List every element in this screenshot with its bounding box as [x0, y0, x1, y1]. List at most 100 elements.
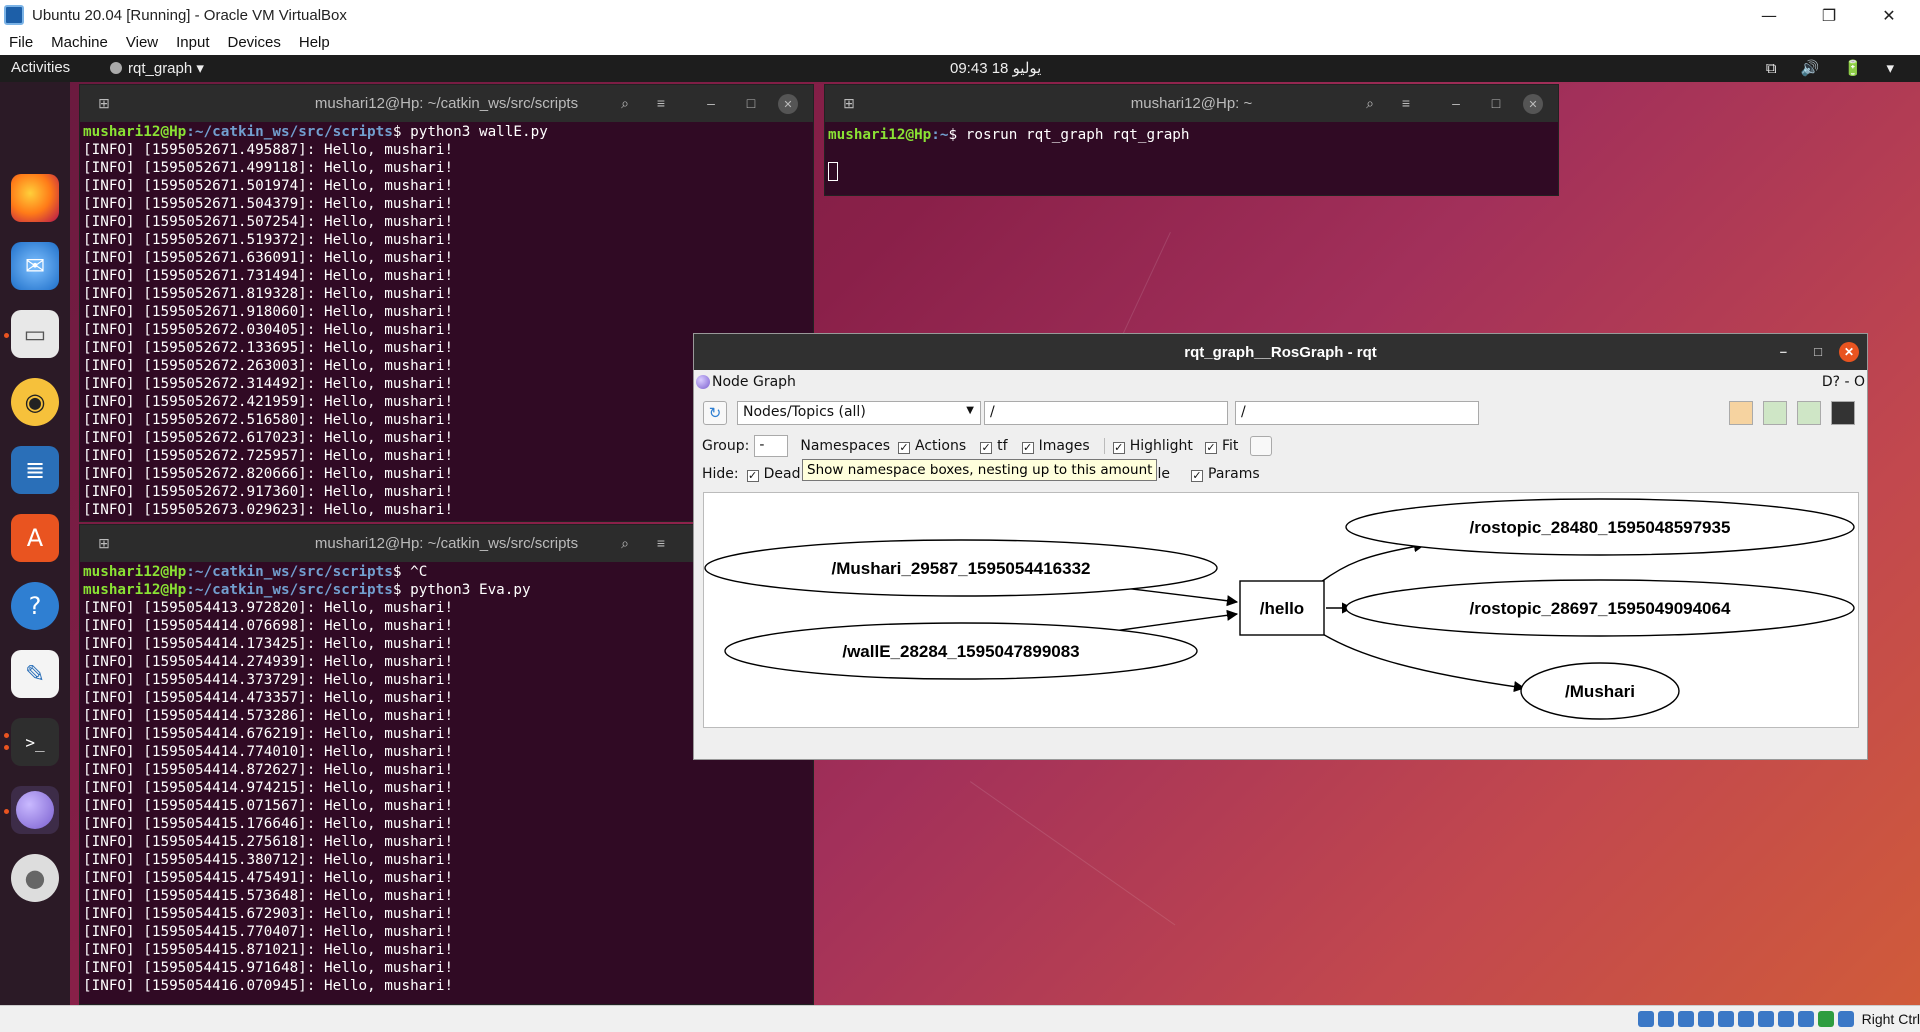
log-line: [INFO] [1595054414.974215]: Hello, musha…: [83, 780, 454, 796]
new-tab-icon[interactable]: ⊞: [92, 92, 116, 114]
clock[interactable]: 09:43 18 يوليو: [950, 59, 1041, 77]
terminal-icon[interactable]: >_: [11, 718, 59, 766]
menu-input[interactable]: Input: [167, 34, 218, 51]
fit-checkbox[interactable]: ✓ Fit: [1204, 438, 1238, 454]
maximize-icon[interactable]: □: [1484, 92, 1508, 114]
graph-mode-select[interactable]: Nodes/Topics (all) ▼: [737, 401, 981, 425]
new-tab-icon[interactable]: ⊞: [92, 532, 116, 554]
terminal-header[interactable]: ⊞ mushari12@Hp: ~/catkin_ws/src/scripts …: [80, 85, 813, 122]
new-tab-icon[interactable]: ⊞: [837, 92, 861, 114]
close-icon[interactable]: ✕: [1523, 94, 1543, 114]
rqt-window[interactable]: rqt_graph__RosGraph - rqt – □ ✕ Node Gra…: [693, 333, 1868, 760]
minimize-icon[interactable]: –: [1444, 92, 1468, 114]
activities-button[interactable]: Activities: [11, 59, 70, 76]
actions-checkbox[interactable]: ✓ Actions: [898, 438, 966, 454]
edge-hello-rostopic1: [1320, 541, 1426, 583]
keyboard-icon[interactable]: [1837, 1011, 1854, 1027]
files-icon[interactable]: ▭: [11, 310, 59, 358]
terminal-title: mushari12@Hp: ~/catkin_ws/src/scripts: [314, 535, 579, 552]
search-icon[interactable]: ⌕: [613, 532, 637, 554]
open-file-icon[interactable]: [1729, 401, 1753, 425]
close-button[interactable]: ✕: [1866, 0, 1912, 30]
node-filter-input[interactable]: /: [984, 401, 1228, 425]
text-editor-icon[interactable]: ✎: [11, 650, 59, 698]
params-checkbox[interactable]: ✓ Params: [1191, 466, 1260, 482]
dead-sinks-checkbox[interactable]: ✓ Dead: [746, 466, 801, 482]
dvd-icon[interactable]: ●: [11, 854, 59, 902]
menu-icon[interactable]: ≡: [1394, 92, 1418, 114]
status-indicators: Right Ctrl: [1637, 1011, 1920, 1027]
log-line: [INFO] [1595052672.820666]: Hello, musha…: [83, 466, 454, 482]
mouse-integration-icon[interactable]: [1817, 1011, 1834, 1027]
menu-help[interactable]: Help: [290, 34, 339, 51]
vbox-status-bar: Right Ctrl: [0, 1005, 1920, 1032]
log-line: [INFO] [1595052671.918060]: Hello, musha…: [83, 304, 454, 320]
firefox-icon[interactable]: [11, 174, 59, 222]
log-line: [INFO] [1595054415.275618]: Hello, musha…: [83, 834, 454, 850]
close-icon[interactable]: ✕: [778, 94, 798, 114]
topic-filter-input[interactable]: /: [1235, 401, 1479, 425]
menu-machine[interactable]: Machine: [42, 34, 117, 51]
save-dot-icon[interactable]: [1763, 401, 1787, 425]
libreoffice-writer-icon[interactable]: ≣: [11, 446, 59, 494]
host-key-label: Right Ctrl: [1861, 1011, 1920, 1027]
rqt-plugin-icon: [696, 375, 710, 389]
minimize-button[interactable]: —: [1746, 0, 1792, 30]
dock-widget-buttons[interactable]: D? - O: [1822, 374, 1865, 390]
rqt-title-bar[interactable]: rqt_graph__RosGraph - rqt – □ ✕: [694, 334, 1867, 370]
maximize-icon[interactable]: □: [1814, 344, 1822, 359]
refresh-icon[interactable]: ↻: [703, 401, 727, 425]
network-icon[interactable]: [1697, 1011, 1714, 1027]
terminal-header[interactable]: ⊞ mushari12@Hp: ~ ⌕ ≡ – □ ✕: [825, 85, 1558, 122]
recording-icon[interactable]: [1777, 1011, 1794, 1027]
search-icon[interactable]: ⌕: [613, 92, 637, 114]
minimize-icon[interactable]: –: [1780, 344, 1787, 359]
rqt-icon[interactable]: [11, 786, 59, 834]
app-menu[interactable]: rqt_graph ▾: [110, 59, 204, 77]
save-svg-icon[interactable]: [1797, 401, 1821, 425]
thunderbird-icon[interactable]: ✉: [11, 242, 59, 290]
menu-file[interactable]: File: [0, 34, 42, 51]
log-line: [INFO] [1595052671.507254]: Hello, musha…: [83, 214, 454, 230]
hdd-icon[interactable]: [1637, 1011, 1654, 1027]
log-line: [INFO] [1595054415.071567]: Hello, musha…: [83, 798, 454, 814]
tf-checkbox[interactable]: ✓ tf: [980, 438, 1008, 454]
maximize-icon[interactable]: □: [739, 92, 763, 114]
terminal-output[interactable]: mushari12@Hp:~$ rosrun rqt_graph rqt_gra…: [825, 122, 1558, 182]
graph-canvas[interactable]: /Mushari_29587_1595054416332 /wallE_2828…: [703, 492, 1859, 728]
cpu-icon[interactable]: [1797, 1011, 1814, 1027]
log-line: [INFO] [1595054415.971648]: Hello, musha…: [83, 960, 454, 976]
search-icon[interactable]: ⌕: [1358, 92, 1382, 114]
fit-view-button[interactable]: [1250, 436, 1273, 456]
save-image-icon[interactable]: [1831, 401, 1855, 425]
ubuntu-software-icon[interactable]: A: [11, 514, 59, 562]
node-label: /rostopic_28697_1595049094064: [1470, 599, 1731, 618]
menu-icon[interactable]: ≡: [649, 92, 673, 114]
log-line: [INFO] [1595054414.473357]: Hello, musha…: [83, 690, 454, 706]
log-line: [INFO] [1595052672.516580]: Hello, musha…: [83, 412, 454, 428]
close-icon[interactable]: ✕: [1839, 342, 1859, 362]
menu-icon[interactable]: ≡: [649, 532, 673, 554]
options-row: Group: - Namespaces ✓ Actions ✓ tf ✓ Images…: [702, 435, 1273, 457]
log-line: [INFO] [1595054414.373729]: Hello, musha…: [83, 672, 454, 688]
system-tray[interactable]: ⧉ 🔊 🔋 ▾: [1766, 59, 1904, 77]
audio-icon[interactable]: [1677, 1011, 1694, 1027]
terminal-window-rqt[interactable]: ⊞ mushari12@Hp: ~ ⌕ ≡ – □ ✕ mushari12@Hp…: [824, 84, 1559, 196]
terminal-title: mushari12@Hp: ~: [1130, 95, 1253, 112]
display-icon[interactable]: [1757, 1011, 1774, 1027]
log-line: [INFO] [1595054414.274939]: Hello, musha…: [83, 654, 454, 670]
optical-icon[interactable]: [1657, 1011, 1674, 1027]
group-spinbox[interactable]: -: [754, 435, 789, 457]
usb-icon[interactable]: [1717, 1011, 1734, 1027]
shared-folder-icon[interactable]: [1737, 1011, 1754, 1027]
minimize-icon[interactable]: –: [699, 92, 723, 114]
log-line: [INFO] [1595054414.076698]: Hello, musha…: [83, 618, 454, 634]
menu-devices[interactable]: Devices: [219, 34, 290, 51]
highlight-checkbox[interactable]: ✓ Highlight: [1103, 438, 1193, 454]
help-icon[interactable]: ?: [11, 582, 59, 630]
menu-view[interactable]: View: [117, 34, 167, 51]
rhythmbox-icon[interactable]: ◉: [11, 378, 59, 426]
vbox-menubar: File Machine View Input Devices Help: [0, 30, 1920, 55]
images-checkbox[interactable]: ✓ Images: [1021, 438, 1090, 454]
maximize-button[interactable]: ❐: [1806, 0, 1852, 30]
